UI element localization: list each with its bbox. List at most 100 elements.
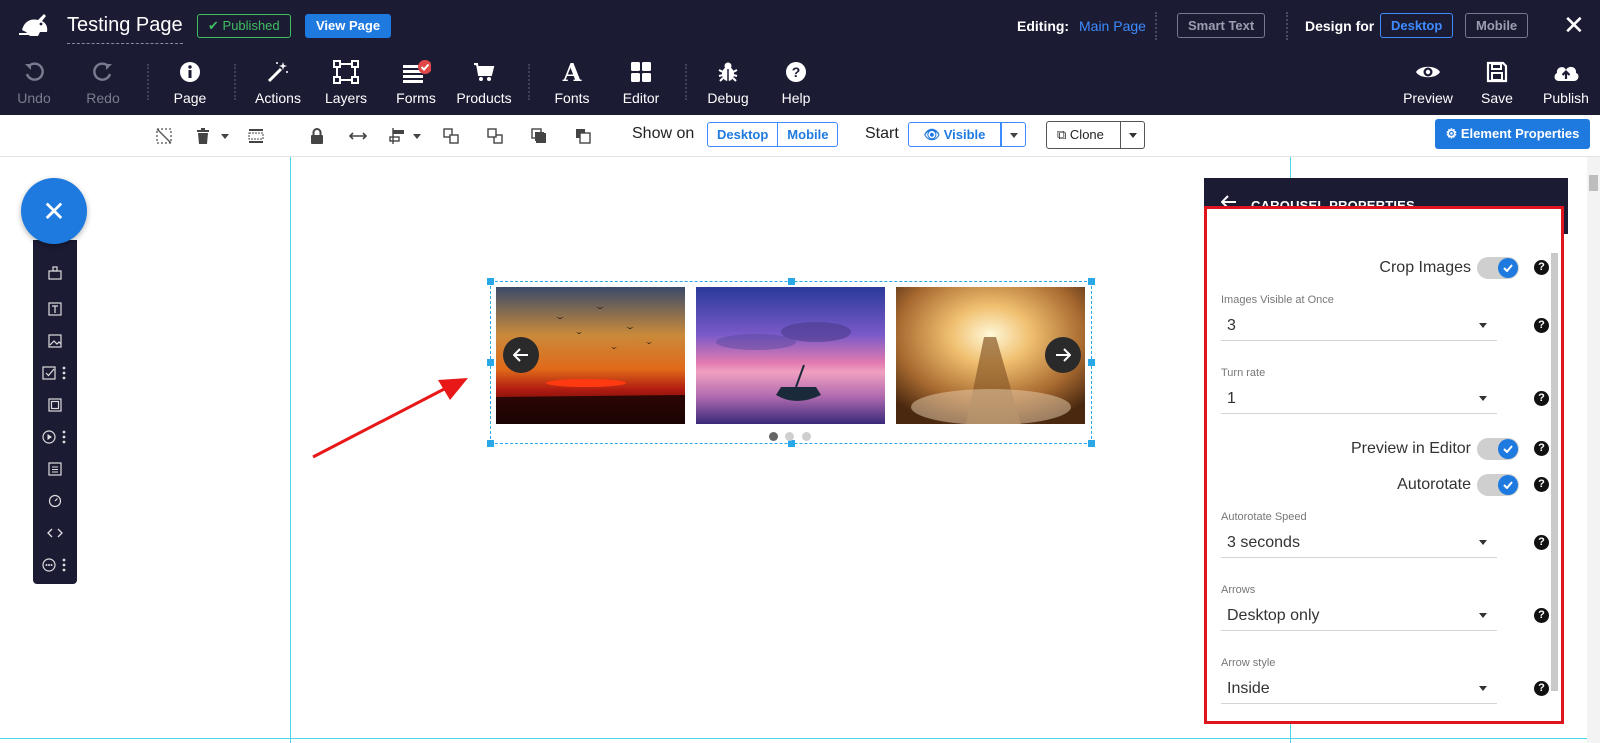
align-dropdown-caret-icon[interactable]: [407, 126, 427, 146]
deselect-icon[interactable]: [154, 126, 174, 146]
resize-handle[interactable]: [487, 278, 494, 285]
page-scrollbar-thumb[interactable]: [1589, 175, 1598, 191]
add-code-icon[interactable]: [33, 520, 77, 546]
save-button[interactable]: Save: [1461, 58, 1533, 106]
undo-button[interactable]: Undo: [0, 58, 70, 106]
element-properties-button[interactable]: ⚙ Element Properties: [1435, 119, 1590, 149]
help-button[interactable]: ? Help: [760, 58, 832, 106]
add-timer-icon[interactable]: [33, 488, 77, 514]
preview-in-editor-toggle[interactable]: [1477, 438, 1519, 460]
carousel-slide: [696, 287, 885, 424]
help-icon[interactable]: ?: [1534, 260, 1549, 275]
trash-dropdown-caret-icon[interactable]: [215, 126, 235, 146]
products-button[interactable]: Products: [448, 58, 520, 106]
help-icon[interactable]: ?: [1534, 477, 1549, 492]
stretch-horizontal-icon[interactable]: [348, 126, 368, 146]
resize-handle[interactable]: [487, 359, 494, 366]
add-section-icon[interactable]: [33, 260, 77, 286]
editing-label: Editing:: [1017, 18, 1070, 34]
add-form-icon[interactable]: [33, 360, 77, 386]
show-on-mobile-button[interactable]: Mobile: [777, 123, 837, 146]
page-button[interactable]: Page: [154, 58, 226, 106]
floppy-disk-icon: [1461, 58, 1533, 86]
rabbit-logo-icon[interactable]: [16, 8, 52, 44]
send-backward-icon[interactable]: [485, 126, 505, 146]
lock-icon[interactable]: [307, 126, 327, 146]
resize-handle[interactable]: [788, 278, 795, 285]
visibility-button[interactable]: 👁 Visible: [908, 122, 1001, 147]
resize-handle[interactable]: [1088, 440, 1095, 447]
caret-down-icon: [1479, 323, 1487, 328]
add-video-icon[interactable]: [33, 424, 77, 450]
help-icon[interactable]: ?: [1534, 535, 1549, 550]
resize-handle[interactable]: [1088, 278, 1095, 285]
trash-icon[interactable]: [193, 126, 213, 146]
add-image-icon[interactable]: [33, 328, 77, 354]
send-to-back-icon[interactable]: [573, 126, 593, 146]
carousel-element[interactable]: [487, 278, 1095, 447]
full-width-icon[interactable]: [246, 126, 266, 146]
visibility-dropdown-button[interactable]: [1001, 122, 1026, 147]
clone-button[interactable]: ⧉ Clone: [1046, 121, 1121, 149]
bring-forward-icon[interactable]: [441, 126, 461, 146]
cloud-upload-icon: [1530, 58, 1600, 86]
redo-button[interactable]: Redo: [67, 58, 139, 106]
autorotate-speed-select[interactable]: 3 seconds: [1221, 526, 1497, 558]
crop-images-toggle[interactable]: [1477, 257, 1519, 279]
autorotate-toggle[interactable]: [1477, 474, 1519, 496]
arrows-select[interactable]: Desktop only: [1221, 599, 1497, 631]
layers-button[interactable]: Layers: [310, 58, 382, 106]
panel-scrollbar[interactable]: [1551, 253, 1558, 691]
arrow-style-select[interactable]: Inside: [1221, 672, 1497, 704]
preview-button[interactable]: Preview: [1392, 58, 1464, 106]
help-icon[interactable]: ?: [1534, 681, 1549, 696]
caret-down-icon: [1479, 613, 1487, 618]
carousel-dot[interactable]: [802, 432, 811, 441]
element-toolbar: Show on Desktop Mobile Start 👁 Visible ⧉…: [0, 115, 1600, 157]
close-add-menu-button[interactable]: ✕: [21, 178, 87, 244]
page-title[interactable]: Testing Page: [67, 14, 183, 44]
carousel-next-button[interactable]: [1045, 337, 1081, 373]
arrow-right-icon: [1056, 348, 1071, 362]
carousel-dot[interactable]: [769, 432, 778, 441]
help-icon[interactable]: ?: [1534, 608, 1549, 623]
align-icon[interactable]: [387, 126, 407, 146]
debug-button[interactable]: Debug: [692, 58, 764, 106]
help-icon[interactable]: ?: [1534, 391, 1549, 406]
clone-dropdown-button[interactable]: [1120, 121, 1145, 149]
layers-icon: [310, 58, 382, 86]
add-box-icon[interactable]: [33, 392, 77, 418]
bring-to-front-icon[interactable]: [529, 126, 549, 146]
page-label: Page: [173, 90, 207, 106]
add-more-icon[interactable]: [33, 552, 77, 578]
editing-target-link[interactable]: Main Page: [1079, 18, 1146, 34]
help-icon[interactable]: ?: [1534, 441, 1549, 456]
resize-handle[interactable]: [788, 440, 795, 447]
forms-button[interactable]: Forms: [380, 58, 452, 106]
publish-button[interactable]: Publish: [1530, 58, 1600, 106]
carousel-dot[interactable]: [785, 432, 794, 441]
actions-label: Actions: [255, 90, 301, 106]
images-visible-select[interactable]: 3: [1221, 309, 1497, 341]
add-text-icon[interactable]: [33, 296, 77, 322]
actions-button[interactable]: Actions: [242, 58, 314, 106]
smart-text-button[interactable]: Smart Text: [1177, 13, 1266, 38]
editor-button[interactable]: Editor: [605, 58, 677, 106]
fonts-button[interactable]: A Fonts: [536, 58, 608, 107]
add-list-icon[interactable]: [33, 456, 77, 482]
caret-down-icon: [1009, 132, 1018, 138]
resize-handle[interactable]: [1088, 359, 1095, 366]
view-page-button[interactable]: View Page: [305, 14, 392, 38]
design-mobile-button[interactable]: Mobile: [1465, 13, 1529, 38]
turn-rate-select[interactable]: 1: [1221, 382, 1497, 414]
close-icon[interactable]: ✕: [1563, 10, 1585, 40]
cart-icon: [448, 58, 520, 86]
svg-text:?: ?: [792, 64, 801, 80]
help-icon[interactable]: ?: [1534, 318, 1549, 333]
carousel-prev-button[interactable]: [503, 337, 539, 373]
show-on-desktop-button[interactable]: Desktop: [708, 123, 777, 146]
resize-handle[interactable]: [487, 440, 494, 447]
page-scrollbar[interactable]: [1587, 157, 1600, 743]
toolbar-separator: [528, 64, 530, 100]
design-desktop-button[interactable]: Desktop: [1380, 13, 1454, 38]
